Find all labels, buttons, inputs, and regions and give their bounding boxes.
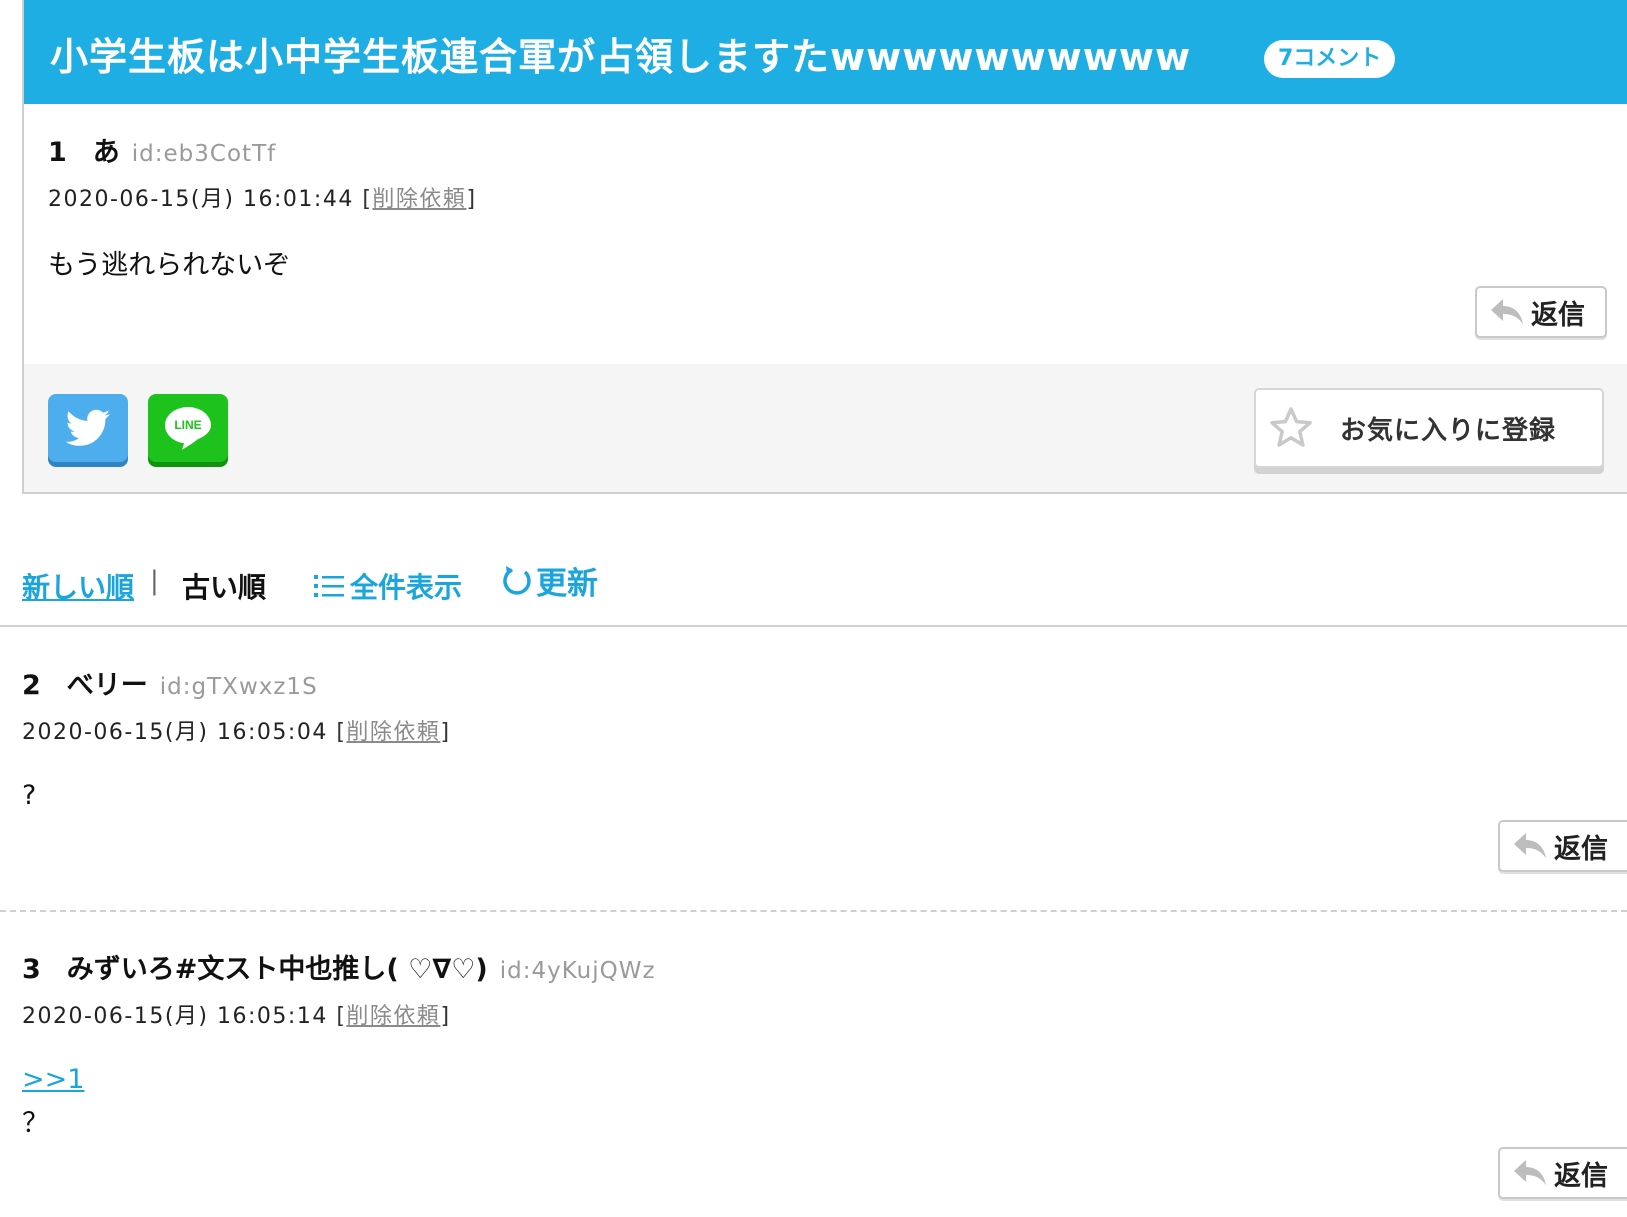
reply-arrow-icon	[1491, 299, 1523, 324]
sort-newest-link[interactable]: 新しい順	[22, 566, 134, 606]
post-1: 1 あ id:eb3CotTf 2020-06-15(月) 16:01:44 [削除…	[48, 130, 477, 282]
post-header: 2 べリー id:gTXwxz1S	[22, 663, 451, 702]
post-header: 1 あ id:eb3CotTf	[48, 130, 477, 169]
refresh-link[interactable]: 更新	[500, 558, 598, 603]
reply-label: 返信	[1554, 833, 1608, 865]
post-user-id: id:gTXwxz1S	[159, 674, 318, 700]
post-author: みずいろ#文スト中也推し( ♡∇♡)	[66, 954, 488, 985]
post-number: 3	[22, 954, 41, 985]
reply-button[interactable]: 返信	[1475, 286, 1607, 338]
reply-label: 返信	[1531, 299, 1585, 331]
post-user-id: id:4yKujQWz	[499, 958, 656, 984]
post-user-id: id:eb3CotTf	[131, 141, 277, 167]
reply-arrow-icon	[1514, 1160, 1546, 1185]
delete-request-link[interactable]: 削除依頼	[346, 720, 440, 745]
thread-header: 小学生板は小中学生板連合軍が占領しますたwwwwwwwwww 7コメント	[24, 0, 1627, 104]
reply-arrow-icon	[1514, 833, 1546, 858]
post-date: 2020-06-15(月) 16:05:14	[22, 1004, 328, 1029]
post-header: 3 みずいろ#文スト中也推し( ♡∇♡) id:4yKujQWz	[22, 947, 656, 986]
post-meta: 2020-06-15(月) 16:05:04 [削除依頼]	[22, 720, 451, 745]
post-author: あ	[92, 137, 120, 168]
share-bar: LINE お気に入りに登録	[24, 364, 1627, 492]
twitter-share-button[interactable]	[48, 394, 128, 462]
sort-divider	[0, 625, 1627, 627]
thread-card: 小学生板は小中学生板連合軍が占領しますたwwwwwwwwww 7コメント 1あi…	[22, 0, 1627, 494]
reply-button[interactable]: 返信	[1498, 820, 1627, 872]
post-meta: 2020-06-15(月) 16:05:14 [削除依頼]	[22, 1004, 451, 1029]
post-body: ？	[22, 1108, 49, 1139]
post-date: 2020-06-15(月) 16:01:44	[48, 187, 354, 212]
post-number: 1	[48, 137, 67, 168]
post-3: 3 みずいろ#文スト中也推し( ♡∇♡) id:4yKujQWz 2020-06-1…	[22, 947, 656, 1140]
favorite-button[interactable]: お気に入りに登録	[1254, 388, 1604, 468]
star-icon	[1270, 407, 1312, 447]
delete-request-link[interactable]: 削除依頼	[346, 1004, 440, 1029]
anchor-link[interactable]: >>1	[22, 1064, 84, 1095]
reply-label: 返信	[1554, 1160, 1608, 1192]
post-date: 2020-06-15(月) 16:05:04	[22, 720, 328, 745]
favorite-label: お気に入りに登録	[1340, 415, 1557, 446]
list-icon	[314, 575, 344, 597]
comment-count-badge[interactable]: 7コメント	[1264, 40, 1396, 78]
post-body: もう逃れられないぞ	[48, 250, 291, 281]
refresh-icon	[503, 565, 531, 595]
line-share-button[interactable]: LINE	[148, 394, 228, 462]
refresh-label: 更新	[536, 566, 598, 602]
post-meta: 2020-06-15(月) 16:01:44 [削除依頼]	[48, 187, 477, 212]
post-2: 2 べリー id:gTXwxz1S 2020-06-15(月) 16:05:04 […	[22, 663, 451, 811]
sort-oldest-current[interactable]: 古い順	[182, 566, 266, 606]
line-icon-text: LINE	[174, 418, 201, 432]
line-icon: LINE	[165, 407, 211, 450]
post-body: ?	[22, 780, 37, 811]
twitter-icon	[65, 409, 110, 446]
post-divider	[0, 910, 1627, 912]
delete-request-link[interactable]: 削除依頼	[372, 187, 466, 212]
post-number: 2	[22, 670, 41, 701]
post-author: べリー	[66, 670, 148, 701]
thread-title: 小学生板は小中学生板連合軍が占領しますたwwwwwwwwww	[50, 35, 1192, 79]
show-all-link[interactable]: 全件表示	[312, 566, 462, 606]
sort-separator: |	[150, 566, 159, 596]
post-anchor: >>1	[22, 1064, 656, 1095]
show-all-label: 全件表示	[350, 571, 463, 604]
reply-button[interactable]: 返信	[1498, 1147, 1627, 1199]
